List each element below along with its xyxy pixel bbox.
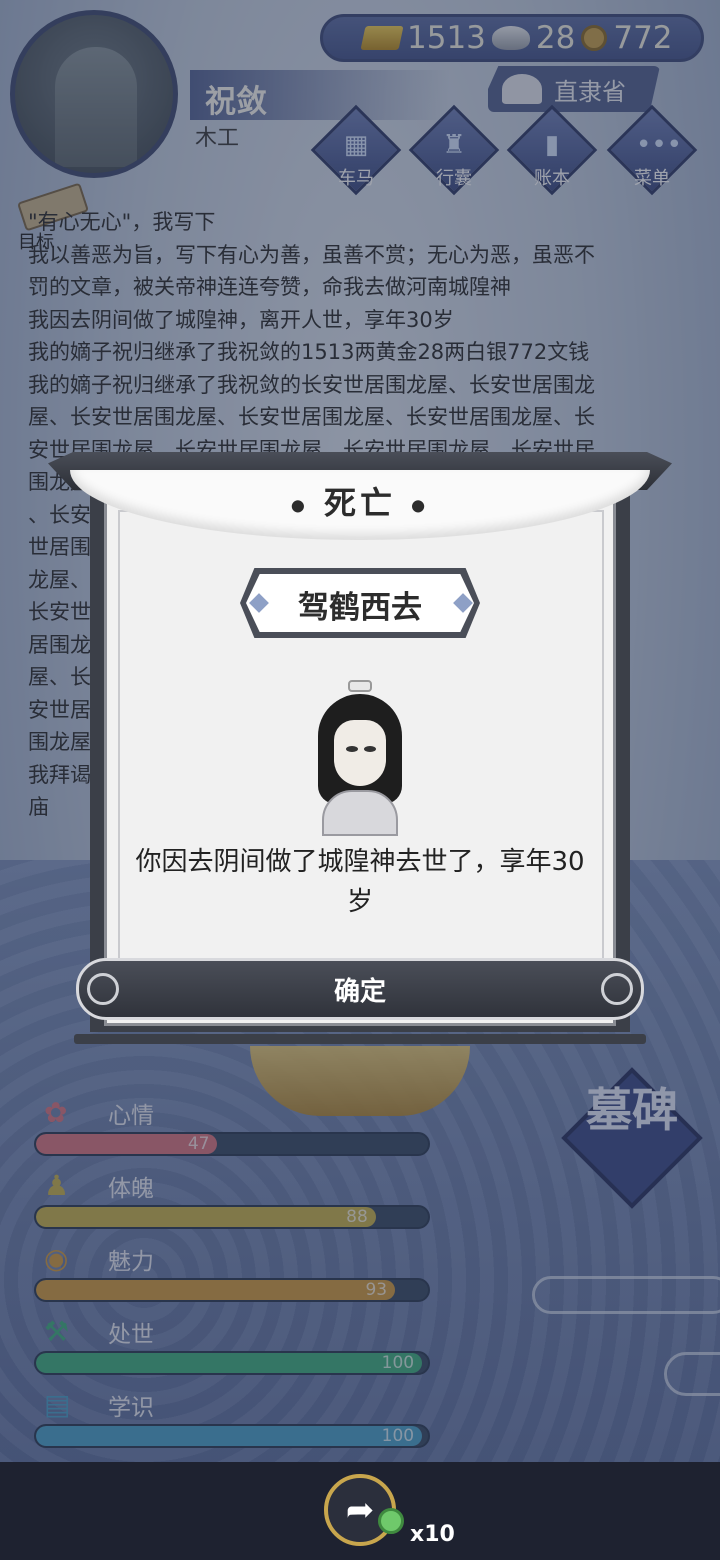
share-arrow-icon: ➦	[345, 1490, 375, 1530]
cloud-ornament-icon	[87, 973, 119, 1005]
dialog-subtitle: 驾鹤西去	[298, 590, 422, 626]
jade-token-icon	[378, 1508, 404, 1534]
death-message: 你因去阴间做了城隍神去世了，享年30岁	[135, 847, 585, 917]
dialog-title: ● 死亡 ●	[290, 484, 430, 522]
token-multiplier: x10	[410, 1522, 455, 1547]
hat-icon	[348, 680, 372, 692]
scholar-portrait	[310, 680, 410, 836]
dialog-bottom-rod	[74, 1034, 646, 1044]
confirm-button[interactable]: 确定	[76, 958, 644, 1020]
cloud-ornament-icon	[601, 973, 633, 1005]
